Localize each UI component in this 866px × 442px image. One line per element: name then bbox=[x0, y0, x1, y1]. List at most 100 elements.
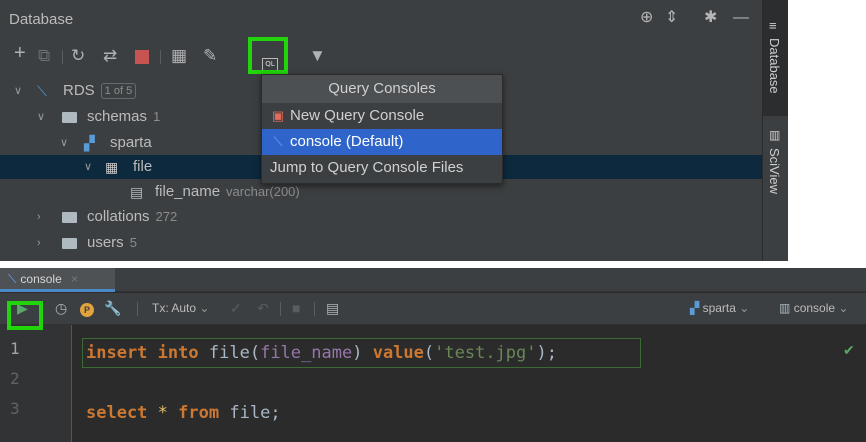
toolbar-separator bbox=[62, 50, 63, 64]
output-layout-icon[interactable]: ▤ bbox=[326, 299, 339, 317]
tree-item-label: sparta bbox=[110, 134, 152, 151]
chevron-down-icon[interactable]: ∨ bbox=[60, 131, 68, 155]
commit-icon[interactable]: ✓ bbox=[230, 299, 242, 317]
console-icon: ⟍ bbox=[273, 134, 283, 149]
code-line-1[interactable]: insert into file(file_name) value('test.… bbox=[86, 343, 557, 363]
count-text: 1 bbox=[153, 109, 161, 124]
toolbar-separator bbox=[160, 50, 161, 64]
history-icon[interactable]: ◷ bbox=[55, 299, 67, 317]
console-default-item[interactable]: ⟍ console (Default) bbox=[262, 129, 502, 155]
keyword: from bbox=[178, 403, 220, 423]
toolbar-separator bbox=[314, 302, 315, 316]
tx-mode-label: Tx: Auto bbox=[152, 301, 197, 315]
schema-icon: ▞ bbox=[84, 135, 95, 151]
database-tab-label: Database bbox=[767, 38, 782, 94]
tree-item-collations[interactable]: › collations 272 bbox=[0, 205, 762, 229]
keyword: insert bbox=[86, 343, 148, 363]
toolbar-separator bbox=[137, 302, 138, 316]
rollback-icon[interactable]: ↶ bbox=[257, 299, 269, 317]
wildcard: * bbox=[157, 403, 168, 423]
jump-to-console-files-item[interactable]: Jump to Query Console Files bbox=[262, 155, 502, 181]
column-icon: ▤ bbox=[130, 184, 144, 200]
sciview-tab-label: SciView bbox=[767, 148, 782, 195]
count-text: 5 bbox=[129, 235, 137, 250]
toolbar-separator bbox=[280, 302, 281, 316]
refresh-icon[interactable]: ↻ bbox=[71, 46, 85, 66]
tx-mode-dropdown[interactable]: Tx: Auto ⌄ bbox=[152, 301, 209, 315]
sciview-icon: ▥ bbox=[769, 128, 781, 142]
menu-item-label: New Query Console bbox=[290, 107, 425, 124]
console-editor: ⟍ console × ▶ ◷ P 🔧 Tx: Auto ⌄ ✓ ↶ ■ ▤ ▞ … bbox=[0, 268, 866, 442]
table-identifier: file bbox=[208, 343, 250, 363]
table-identifier: file bbox=[229, 403, 271, 423]
run-button-highlight bbox=[7, 301, 43, 330]
sciview-tool-tab[interactable]: ▥ SciView bbox=[763, 120, 788, 210]
tool-window-strip: ≡ Database ▥ SciView bbox=[762, 0, 788, 261]
schema-selector[interactable]: ▞ sparta ⌄ bbox=[690, 301, 749, 315]
database-icon: ≡ bbox=[769, 18, 777, 33]
punctuation: ); bbox=[536, 343, 557, 363]
count-badge: 1 of 5 bbox=[100, 83, 137, 99]
tab-console[interactable]: ⟍ console × bbox=[0, 268, 115, 292]
chevron-down-icon: ⌄ bbox=[838, 301, 849, 315]
tree-item-label: RDS bbox=[63, 82, 95, 99]
chevron-right-icon[interactable]: › bbox=[37, 205, 41, 229]
wrench-icon[interactable]: 🔧 bbox=[104, 299, 121, 317]
line-number: 3 bbox=[10, 399, 20, 418]
gear-icon[interactable]: ✱ bbox=[704, 8, 717, 28]
chevron-down-icon[interactable]: ∨ bbox=[84, 155, 92, 179]
tree-item-users[interactable]: › users 5 bbox=[0, 231, 762, 255]
chevron-down-icon: ⌄ bbox=[739, 301, 750, 315]
query-console-highlight bbox=[248, 37, 288, 74]
minimize-icon[interactable]: — bbox=[733, 8, 749, 28]
code-line-3[interactable]: select * from file; bbox=[86, 403, 281, 423]
tree-item-label: file_name bbox=[155, 183, 221, 200]
table-icon: ▦ bbox=[105, 159, 119, 175]
string-literal: 'test.jpg' bbox=[434, 343, 537, 363]
punctuation: ; bbox=[270, 403, 281, 423]
panel-title: Database bbox=[9, 11, 74, 28]
console-label: console bbox=[793, 301, 836, 315]
schema-label: sparta bbox=[702, 301, 736, 315]
chevron-right-icon[interactable]: › bbox=[37, 231, 41, 255]
copy-icon[interactable]: ⧉ bbox=[38, 46, 50, 66]
crosshair-icon[interactable]: ⊕ bbox=[640, 8, 653, 28]
close-icon[interactable]: × bbox=[71, 272, 78, 286]
chevron-down-icon[interactable]: ∨ bbox=[37, 105, 45, 129]
new-query-console-item[interactable]: ▣ New Query Console bbox=[262, 103, 502, 129]
database-toolbar: + ⧉ ↻ ⇄ ▦ ✎ QL ▼ bbox=[0, 40, 762, 74]
panel-header: Database ⊕ ⇕ ✱ — bbox=[0, 0, 762, 38]
stop-icon[interactable]: ■ bbox=[292, 299, 300, 317]
line-number: 2 bbox=[10, 369, 20, 388]
console-session-icon: ▥ bbox=[779, 301, 791, 315]
schema-icon: ▞ bbox=[690, 301, 700, 315]
punctuation: ( bbox=[423, 343, 435, 363]
chevron-down-icon[interactable]: ∨ bbox=[14, 79, 22, 103]
folder-icon bbox=[62, 205, 77, 229]
chevron-down-icon: ⌄ bbox=[199, 301, 210, 315]
console-selector[interactable]: ▥ console ⌄ bbox=[779, 301, 848, 315]
collapse-icon[interactable]: ⇕ bbox=[665, 8, 678, 28]
datasource-icon: ⟍ bbox=[37, 83, 47, 99]
column-type: varchar(200) bbox=[226, 184, 300, 199]
count-text: 272 bbox=[155, 209, 178, 224]
tree-item-label: schemas bbox=[87, 108, 148, 125]
keyword: value bbox=[372, 343, 424, 363]
tree-item-label: users bbox=[87, 234, 124, 251]
tab-label: console bbox=[20, 272, 62, 286]
filter-icon[interactable]: ▼ bbox=[309, 46, 326, 66]
popup-title: Query Consoles bbox=[262, 75, 502, 103]
punctuation: ( bbox=[249, 343, 261, 363]
keyword: into bbox=[157, 343, 199, 363]
folder-icon bbox=[62, 105, 77, 129]
editor-tab-bar: ⟍ console × bbox=[0, 268, 866, 292]
database-tool-tab[interactable]: ≡ Database bbox=[763, 0, 788, 116]
sync-schema-icon[interactable]: ⇄ bbox=[103, 46, 117, 66]
profile-icon[interactable]: P bbox=[80, 299, 94, 317]
line-number-gutter: 1 2 3 bbox=[0, 325, 72, 442]
tree-item-label: file bbox=[133, 158, 153, 175]
table-icon[interactable]: ▦ bbox=[171, 46, 187, 66]
edit-icon[interactable]: ✎ bbox=[203, 46, 217, 66]
stop-icon[interactable] bbox=[135, 49, 149, 69]
add-icon[interactable]: + bbox=[14, 43, 26, 63]
